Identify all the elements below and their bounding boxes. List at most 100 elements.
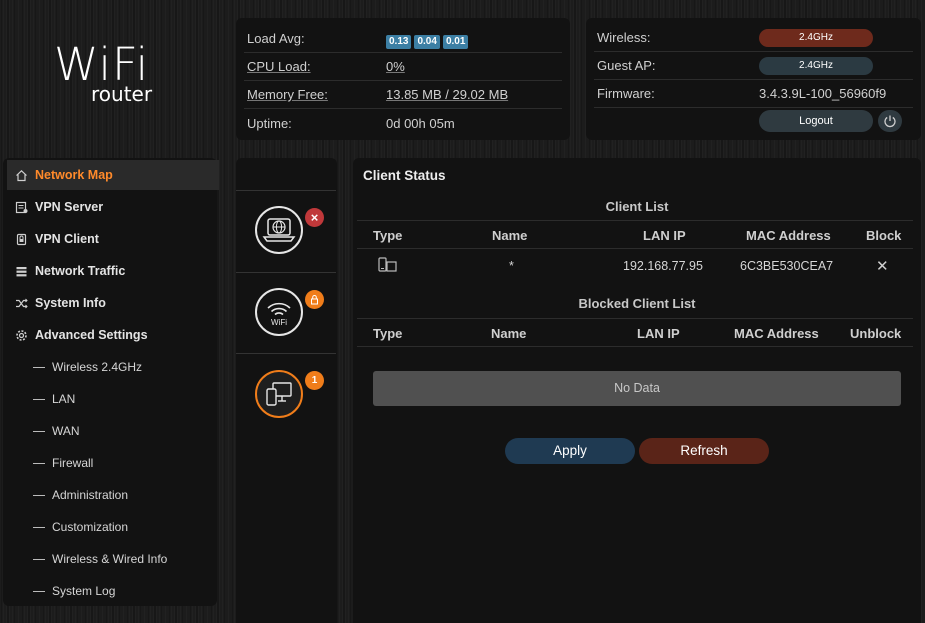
wifi-icon[interactable]: WiFi xyxy=(255,288,303,336)
guest-ap-band-pill[interactable]: 2.4GHz xyxy=(759,57,873,75)
vpn-client-icon xyxy=(14,232,28,246)
wireless-row: Wireless: 2.4GHz xyxy=(594,24,913,52)
sidebar-menu: Network Map VPN Server VPN Client Networ… xyxy=(3,158,219,606)
sidebar-subitem-system-log[interactable]: System Log xyxy=(33,582,115,600)
col-block: Block xyxy=(866,228,902,243)
client-status-title: Client Status xyxy=(363,168,446,183)
router-status-panel: Wireless: 2.4GHz Guest AP: 2.4GHz Firmwa… xyxy=(586,18,921,140)
col-mac: MAC Address xyxy=(746,228,831,243)
sidebar-subitem-label: Wireless & Wired Info xyxy=(52,552,168,566)
col-unblock: Unblock xyxy=(850,326,902,341)
wifi-icon-text: WiFi xyxy=(271,318,287,327)
clients-devices-icon[interactable] xyxy=(255,370,303,418)
cpu-value: 0% xyxy=(386,59,405,74)
sidebar-subitem-wireless[interactable]: Wireless 2.4GHz xyxy=(33,358,142,376)
client-name: * xyxy=(509,259,514,273)
col-name: Name xyxy=(491,326,527,341)
block-client-button[interactable]: ✕ xyxy=(876,257,889,275)
logo-sub-text: router xyxy=(91,82,153,106)
sidebar-subitem-label: Wireless 2.4GHz xyxy=(52,360,143,374)
sidebar-subitem-lan[interactable]: LAN xyxy=(33,390,75,408)
load-avg-label: Load Avg: xyxy=(247,31,305,46)
sidebar-item-label: VPN Server xyxy=(35,200,104,214)
load-avg-5: 0.04 xyxy=(414,35,440,49)
cpu-row: CPU Load: 0% xyxy=(244,53,562,81)
sidebar-subitem-label: Firewall xyxy=(52,456,94,470)
clients-count-badge: 1 xyxy=(305,371,324,390)
lock-icon xyxy=(305,290,324,309)
wifi-status-cell[interactable]: WiFi xyxy=(236,272,336,354)
refresh-button[interactable]: Refresh xyxy=(639,438,769,464)
col-lan-ip: LAN IP xyxy=(637,326,680,341)
internet-status-cell[interactable]: × xyxy=(236,190,336,272)
logout-row: Logout xyxy=(594,108,913,136)
sidebar-subitem-label: Customization xyxy=(52,520,129,534)
sidebar-item-label: System Info xyxy=(35,296,106,310)
sidebar-item-label: VPN Client xyxy=(35,232,99,246)
gear-icon xyxy=(14,328,28,342)
uptime-value: 0d 00h 05m xyxy=(386,115,455,131)
client-ip: 192.168.77.95 xyxy=(623,259,703,273)
wireless-band-pill[interactable]: 2.4GHz xyxy=(759,29,873,47)
sidebar-subitem-label: WAN xyxy=(52,424,80,438)
sidebar-item-label: Network Traffic xyxy=(35,264,126,278)
memory-value: 13.85 MB / 29.02 MB xyxy=(386,87,509,102)
col-lan-ip: LAN IP xyxy=(643,228,686,243)
table-row: * 192.168.77.95 6C3BE530CEA7 ✕ xyxy=(357,250,913,280)
blocked-list-header: Type Name LAN IP MAC Address Unblock xyxy=(357,318,913,347)
client-mac: 6C3BE530CEA7 xyxy=(740,259,834,273)
uptime-label: Uptime: xyxy=(247,115,292,131)
sidebar-subitem-administration[interactable]: Administration xyxy=(33,486,128,504)
sidebar-subitem-wan[interactable]: WAN xyxy=(33,422,80,440)
sidebar-item-network-map[interactable]: Network Map xyxy=(7,160,219,190)
col-type: Type xyxy=(373,228,403,243)
sidebar-subitem-label: Administration xyxy=(52,488,129,502)
sidebar-item-vpn-server[interactable]: VPN Server xyxy=(14,197,103,217)
power-button[interactable] xyxy=(878,110,902,132)
wireless-label: Wireless: xyxy=(597,30,651,45)
memory-label: Memory Free: xyxy=(247,87,328,102)
network-status-column: × WiFi 1 xyxy=(236,158,337,623)
col-mac: MAC Address xyxy=(734,326,819,341)
guest-ap-label: Guest AP: xyxy=(597,58,656,73)
sidebar-item-system-info[interactable]: System Info xyxy=(14,293,106,313)
system-status-panel: Load Avg: 0.13 0.04 0.01 CPU Load: 0% Memo… xyxy=(236,18,570,140)
sidebar-item-vpn-client[interactable]: VPN Client xyxy=(14,229,99,249)
logout-button[interactable]: Logout xyxy=(759,110,873,132)
wifi-router-logo: WiFi router xyxy=(54,40,164,110)
shuffle-icon xyxy=(14,296,28,310)
sidebar-subitem-firewall[interactable]: Firewall xyxy=(33,454,93,472)
internet-globe-icon[interactable] xyxy=(255,206,303,254)
firmware-value: 3.4.3.9L-100_56960f9 xyxy=(759,86,887,101)
load-avg-row: Load Avg: 0.13 0.04 0.01 xyxy=(244,25,562,53)
col-type: Type xyxy=(373,326,403,341)
firmware-label: Firmware: xyxy=(597,86,655,101)
cpu-label: CPU Load: xyxy=(247,59,311,74)
sidebar-item-label: Network Map xyxy=(35,168,113,182)
client-list-header: Type Name LAN IP MAC Address Block xyxy=(357,220,913,249)
sidebar-item-label: Advanced Settings xyxy=(35,328,148,342)
uptime-row: Uptime: 0d 00h 05m xyxy=(244,109,562,137)
power-icon xyxy=(884,115,896,128)
sidebar-subitem-label: LAN xyxy=(52,392,76,406)
memory-row: Memory Free: 13.85 MB / 29.02 MB xyxy=(244,81,562,109)
sidebar-subitem-wireless-wired-info[interactable]: Wireless & Wired Info xyxy=(33,550,167,568)
sidebar-item-network-traffic[interactable]: Network Traffic xyxy=(14,261,125,281)
traffic-icon xyxy=(14,264,28,278)
load-avg-1: 0.13 xyxy=(386,35,412,49)
sidebar-subitem-customization[interactable]: Customization xyxy=(33,518,128,536)
no-data-message: No Data xyxy=(373,371,901,406)
col-name: Name xyxy=(492,228,528,243)
home-icon xyxy=(14,168,28,182)
vpn-server-icon xyxy=(14,200,28,214)
client-status-panel: Client Status Client List Type Name LAN … xyxy=(353,158,921,623)
firmware-row: Firmware: 3.4.3.9L-100_56960f9 xyxy=(594,80,913,108)
clients-status-cell[interactable]: 1 xyxy=(236,353,336,435)
sidebar-subitem-label: System Log xyxy=(52,584,116,598)
device-type-icon xyxy=(378,257,398,276)
guest-ap-row: Guest AP: 2.4GHz xyxy=(594,52,913,80)
load-avg-15: 0.01 xyxy=(442,35,469,49)
internet-disconnected-badge: × xyxy=(305,208,324,227)
sidebar-item-advanced-settings[interactable]: Advanced Settings xyxy=(14,325,148,345)
apply-button[interactable]: Apply xyxy=(505,438,635,464)
